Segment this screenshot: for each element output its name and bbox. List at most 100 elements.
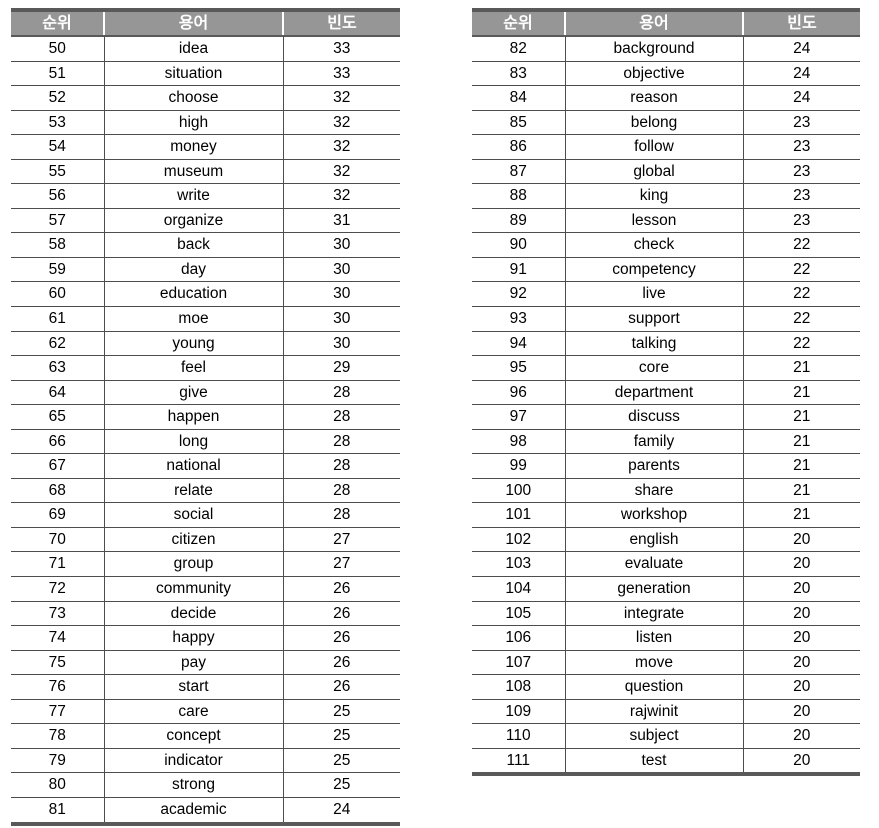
table-row: 96 department 21 [472, 380, 860, 406]
cell-rank: 58 [11, 232, 105, 258]
cell-frequency: 25 [283, 772, 400, 798]
table-row: 71 group 27 [11, 551, 400, 578]
footer-rule-row [472, 772, 860, 779]
table-row: 58 back 30 [11, 232, 400, 258]
cell-term: long [104, 429, 284, 455]
cell-frequency: 21 [743, 453, 860, 479]
cell-term: test [565, 748, 744, 775]
cell-frequency: 31 [283, 208, 400, 234]
cell-rank: 64 [11, 380, 105, 406]
cell-frequency: 20 [743, 674, 860, 700]
cell-frequency: 21 [743, 478, 860, 504]
cell-term: discuss [565, 404, 744, 430]
table-row: 108 question 20 [472, 674, 860, 700]
header-row: 순위 용어 빈도 [11, 10, 400, 37]
cell-rank: 73 [11, 601, 105, 627]
cell-rank: 82 [472, 36, 566, 62]
table-row: 61 moe 30 [11, 306, 400, 332]
table-row: 72 community 26 [11, 576, 400, 602]
cell-term: give [104, 380, 284, 406]
cell-frequency: 30 [283, 331, 400, 357]
table-row: 50 idea 33 [11, 36, 400, 62]
table-row: 53 high 32 [11, 110, 400, 136]
cell-rank: 93 [472, 306, 566, 332]
column-header-rank: 순위 [11, 10, 105, 37]
bottom-rule [472, 772, 860, 779]
cell-rank: 65 [11, 404, 105, 430]
cell-frequency: 20 [793, 751, 811, 769]
cell-term: back [104, 232, 284, 258]
cell-rank: 95 [472, 355, 566, 381]
cell-frequency: 28 [283, 453, 400, 479]
table-row: 78 concept 25 [11, 723, 400, 749]
table-row: 93 support 22 [472, 306, 860, 332]
cell-term: feel [104, 355, 284, 381]
cell-frequency: 30 [283, 257, 400, 283]
column-header-frequency: 빈도 [283, 10, 400, 37]
cell-term: lesson [565, 208, 744, 234]
cell-rank: 101 [472, 502, 566, 528]
cell-term: social [104, 502, 284, 528]
cell-rank: 53 [11, 110, 105, 136]
table-row: 87 global 23 [472, 159, 860, 185]
cell-term: check [565, 232, 744, 258]
cell-rank: 105 [472, 601, 566, 627]
cell-rank: 75 [11, 650, 105, 676]
cell-frequency: 23 [743, 110, 860, 136]
table-footer-right [472, 772, 860, 779]
table-row: 103 evaluate 20 [472, 551, 860, 578]
cell-term: question [565, 674, 744, 700]
cell-frequency: 32 [283, 159, 400, 185]
cell-frequency: 27 [283, 551, 400, 578]
cell-frequency: 30 [283, 281, 400, 308]
table-row: 105 integrate 20 [472, 601, 860, 627]
cell-rank: 55 [11, 159, 105, 185]
cell-rank: 108 [472, 674, 566, 700]
table-row: 67 national 28 [11, 453, 400, 479]
cell-term: citizen [104, 527, 284, 553]
cell-term: care [104, 699, 284, 725]
cell-rank: 60 [11, 281, 105, 308]
cell-frequency: 24 [333, 800, 351, 818]
cell-frequency: 20 [743, 723, 860, 749]
table-row: 68 relate 28 [11, 478, 400, 504]
cell-rank: 57 [11, 208, 105, 234]
cell-rank: 80 [11, 772, 105, 798]
cell-rank: 97 [472, 404, 566, 430]
cell-term: pay [104, 650, 284, 676]
cell-frequency: 22 [743, 331, 860, 357]
cell-rank: 81 [11, 797, 105, 824]
table-row: 66 long 28 [11, 429, 400, 455]
table-header-right: 순위 용어 빈도 [472, 10, 860, 37]
cell-term: talking [565, 331, 744, 357]
cell-frequency: 26 [283, 625, 400, 651]
cell-term: core [565, 355, 744, 381]
cell-rank: 92 [472, 281, 566, 308]
cell-rank: 91 [472, 257, 566, 283]
cell-rank: 62 [11, 331, 105, 357]
cell-rank: 98 [472, 429, 566, 455]
table-row: 109 rajwinit 20 [472, 699, 860, 725]
cell-frequency: 28 [283, 478, 400, 504]
cell-term: organize [104, 208, 284, 234]
header-row: 순위 용어 빈도 [472, 10, 860, 37]
cell-frequency: 32 [283, 183, 400, 209]
column-header-term: 용어 [104, 10, 284, 37]
table-row: 63 feel 29 [11, 355, 400, 381]
cell-rank: 74 [11, 625, 105, 651]
table-row: 107 move 20 [472, 650, 860, 676]
table-row: 73 decide 26 [11, 601, 400, 627]
table-row: 100 share 21 [472, 478, 860, 504]
cell-frequency: 22 [743, 232, 860, 258]
frequency-table-page: 순위 용어 빈도 50 idea 33 51 situation 33 52 choose 32… [0, 0, 879, 828]
cell-frequency: 23 [743, 183, 860, 209]
cell-frequency: 28 [283, 404, 400, 430]
cell-term: listen [565, 625, 744, 651]
cell-term: competency [565, 257, 744, 283]
cell-rank: 109 [472, 699, 566, 725]
cell-rank: 90 [472, 232, 566, 258]
cell-rank: 50 [11, 36, 105, 62]
cell-rank: 51 [11, 61, 105, 87]
table-row: 69 social 28 [11, 502, 400, 528]
cell-frequency: 22 [743, 306, 860, 332]
